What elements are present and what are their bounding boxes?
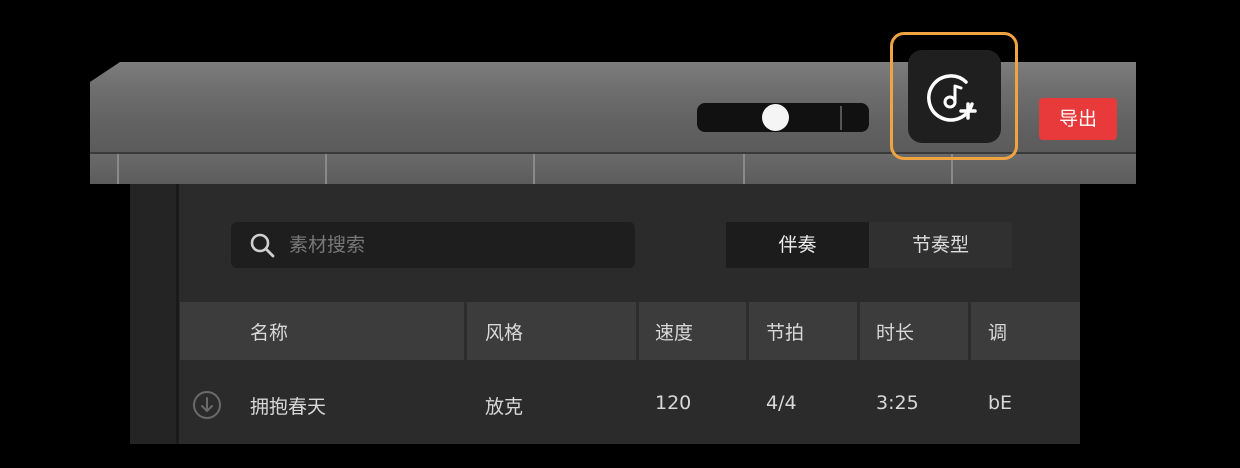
- ruler-tick: [117, 154, 119, 184]
- search-box[interactable]: [231, 222, 635, 268]
- cell-duration: 3:25: [876, 392, 919, 414]
- column-separator: [857, 302, 860, 360]
- column-header-key[interactable]: 调: [988, 318, 1007, 345]
- download-icon[interactable]: [192, 390, 222, 420]
- column-separator: [746, 302, 749, 360]
- cell-style: 放克: [485, 396, 524, 418]
- column-separator: [636, 302, 639, 360]
- slider-separator: [840, 106, 842, 130]
- table-header: [180, 302, 1080, 360]
- tab-accompaniment[interactable]: 伴奏: [726, 222, 869, 268]
- cell-tempo: 120: [655, 392, 692, 414]
- export-button[interactable]: 导出: [1039, 98, 1117, 140]
- slider-knob[interactable]: [762, 104, 789, 131]
- ruler-tick: [325, 154, 327, 184]
- add-music-button[interactable]: [908, 50, 1001, 143]
- material-panel: 伴奏 节奏型 名称 风格 速度 节拍 时长 调 拥抱春天 放克 120 4/4 …: [130, 184, 1080, 444]
- column-separator: [968, 302, 971, 360]
- column-header-tempo[interactable]: 速度: [655, 318, 693, 345]
- column-header-meter[interactable]: 节拍: [766, 318, 804, 345]
- panel-side-strip: [130, 184, 179, 444]
- ruler-tick: [533, 154, 535, 184]
- search-input[interactable]: [289, 222, 619, 268]
- cell-key: bE: [988, 392, 1013, 414]
- ruler-tick: [743, 154, 745, 184]
- column-header-duration[interactable]: 时长: [876, 318, 914, 345]
- cell-name: 拥抱春天: [250, 396, 327, 418]
- music-note-add-icon: [927, 74, 977, 122]
- column-separator: [464, 302, 467, 360]
- column-header-name[interactable]: 名称: [250, 318, 288, 345]
- tab-rhythm-pattern[interactable]: 节奏型: [869, 222, 1012, 268]
- column-header-style[interactable]: 风格: [485, 318, 523, 345]
- search-icon: [250, 233, 275, 258]
- cell-meter: 4/4: [766, 392, 797, 414]
